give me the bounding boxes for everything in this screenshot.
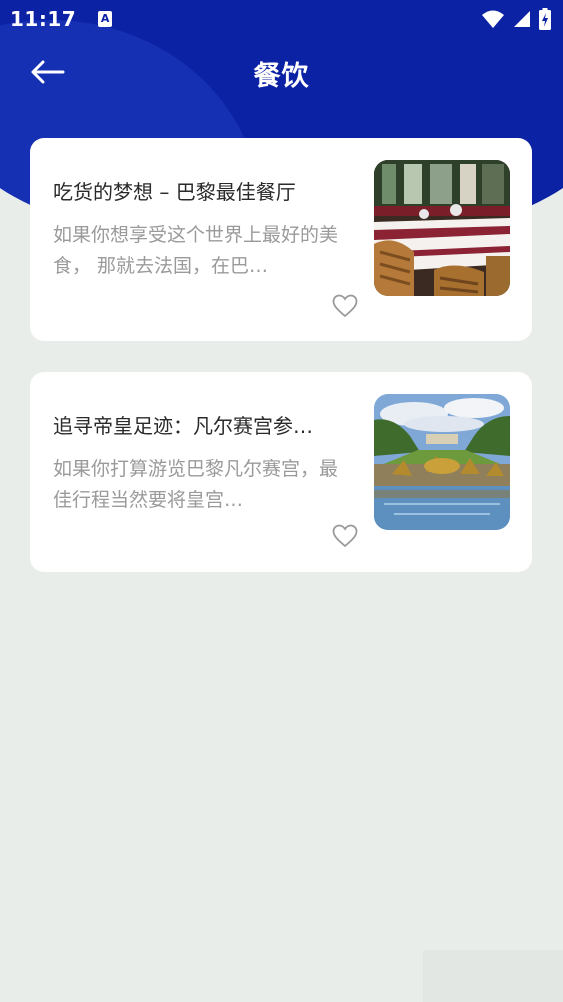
- status-icons: [481, 8, 551, 30]
- corner-overlay: [423, 950, 563, 1002]
- versailles-fountain-image: [374, 394, 510, 530]
- heart-outline-icon: [332, 294, 358, 318]
- favorite-button[interactable]: [332, 524, 358, 548]
- article-text: 追寻帝皇足迹：凡尔赛宫参… 如果你打算游览巴黎凡尔赛宫，最佳行程当然要将皇宫…: [53, 412, 353, 516]
- article-description: 如果你打算游览巴黎凡尔赛宫，最佳行程当然要将皇宫…: [53, 458, 339, 511]
- favorite-button[interactable]: [332, 294, 358, 318]
- article-thumbnail: [374, 394, 510, 530]
- status-time: 11:17: [10, 7, 77, 31]
- screen: 11:17 A 餐饮 吃货的梦想 – 巴黎最佳餐厅 如果你想享受这个世界上最好的…: [0, 0, 563, 1002]
- cellular-signal-icon: [514, 11, 530, 27]
- article-text: 吃货的梦想 – 巴黎最佳餐厅 如果你想享受这个世界上最好的美食， 那就去法国，在…: [53, 178, 353, 282]
- page-title: 餐饮: [253, 61, 310, 92]
- article-title: 吃货的梦想 – 巴黎最佳餐厅: [53, 180, 296, 204]
- heart-outline-icon: [332, 524, 358, 548]
- article-card[interactable]: 追寻帝皇足迹：凡尔赛宫参… 如果你打算游览巴黎凡尔赛宫，最佳行程当然要将皇宫…: [30, 372, 532, 572]
- article-thumbnail: [374, 160, 510, 296]
- article-title: 追寻帝皇足迹：凡尔赛宫参…: [53, 414, 313, 438]
- battery-charging-icon: [539, 8, 551, 30]
- wifi-icon: [482, 10, 504, 28]
- article-card[interactable]: 吃货的梦想 – 巴黎最佳餐厅 如果你想享受这个世界上最好的美食， 那就去法国，在…: [30, 138, 532, 341]
- article-description: 如果你想享受这个世界上最好的美食， 那就去法国，在巴…: [53, 224, 339, 277]
- notification-icon: A: [98, 11, 113, 27]
- restaurant-terrace-image: [374, 160, 510, 296]
- status-bar: 11:17 A: [0, 0, 563, 38]
